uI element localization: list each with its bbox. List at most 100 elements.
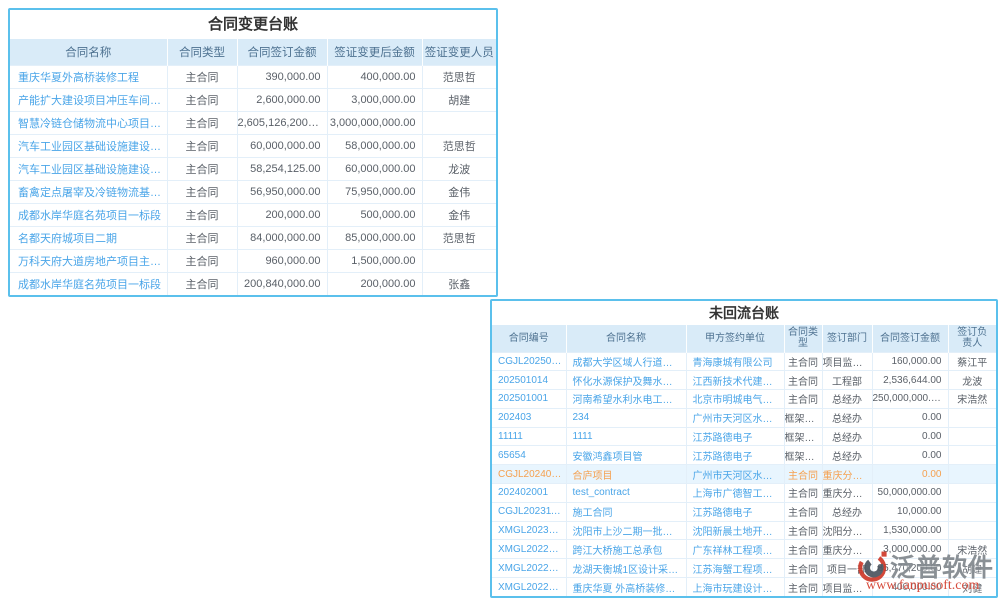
no-cell[interactable]: XMGL202204004 [492, 559, 566, 578]
table-row: 111111111江苏路德电子框架协议总经办0.00 [492, 427, 996, 446]
name-cell[interactable]: 河南希望水利水电工程造价咨询项目 [566, 390, 686, 409]
table-row: 产能扩大建设项目冲压车间项目主合同2,600,000.003,000,000.0… [10, 88, 496, 111]
signed-cell: 960,000.00 [237, 249, 327, 272]
no-cell[interactable]: CGJL202311001 [492, 502, 566, 521]
type-cell: 框架协议 [784, 408, 822, 427]
col-header-contract-no: 合同编号 [492, 325, 566, 352]
dept-cell: 沈阳分公司 [822, 521, 872, 540]
no-cell[interactable]: 202403 [492, 408, 566, 427]
type-cell: 主合同 [784, 559, 822, 578]
no-cell[interactable]: 202402001 [492, 484, 566, 503]
party-cell[interactable]: 广州市天河区水务设施管养... [686, 408, 784, 427]
party-cell[interactable]: 江苏路德电子 [686, 502, 784, 521]
person-cell: 范思哲 [422, 65, 496, 88]
name-cell[interactable]: 成都水岸华庭名苑项目一标段 [10, 203, 167, 226]
no-cell[interactable]: CGJL202402001 [492, 465, 566, 484]
name-cell[interactable]: 万科天府大道房地产项目主合同 [10, 249, 167, 272]
table-row: 202501014怀化水源保护及舞水流域水生态修复...江西新技术代建公司主合同… [492, 371, 996, 390]
type-cell: 主合同 [167, 203, 237, 226]
no-cell[interactable]: 65654 [492, 446, 566, 465]
dept-cell: 总经办 [822, 390, 872, 409]
type-cell: 主合同 [167, 226, 237, 249]
no-cell[interactable]: 202501001 [492, 390, 566, 409]
name-cell[interactable]: 汽车工业园区基础设施建设项目 [10, 134, 167, 157]
party-cell[interactable]: 广州市天河区水务设施管养... [686, 465, 784, 484]
amount-cell: 50,000,000.00 [872, 484, 948, 503]
party-cell[interactable]: 上海市玩建设计工程有限公司 [686, 578, 784, 597]
dept-cell: 项目监理部 [822, 352, 872, 371]
person-cell: 胡建 [422, 88, 496, 111]
name-cell[interactable]: 智慧冷链仓储物流中心项目合同 [10, 111, 167, 134]
amount-cell: 2,536,644.00 [872, 371, 948, 390]
amount-cell: 400,000.00 [872, 578, 948, 597]
col-header-sign-dept: 签订部门 [822, 325, 872, 352]
name-cell[interactable]: 怀化水源保护及舞水流域水生态修复... [566, 371, 686, 390]
signed-cell: 200,000.00 [237, 203, 327, 226]
signed-cell: 2,605,126,200.00 [237, 111, 327, 134]
name-cell[interactable]: 施工合同 [566, 502, 686, 521]
table-row: XMGL202310001沈阳市上沙二期一批项目全过程项目...沈阳新晨土地开发… [492, 521, 996, 540]
table-row: 名都天府城项目二期主合同84,000,000.0085,000,000.00范思… [10, 226, 496, 249]
name-cell[interactable]: 成都大学区域人行道及非机动车道工... [566, 352, 686, 371]
party-cell[interactable]: 沈阳新晨土地开发公司 [686, 521, 784, 540]
party-cell[interactable]: 北京市明城电气有限公司 [686, 390, 784, 409]
person-cell: 范思哲 [422, 226, 496, 249]
name-cell[interactable]: 名都天府城项目二期 [10, 226, 167, 249]
party-cell[interactable]: 江苏路德电子 [686, 446, 784, 465]
party-cell[interactable]: 江西新技术代建公司 [686, 371, 784, 390]
signed-cell: 390,000.00 [237, 65, 327, 88]
name-cell[interactable]: 成都水岸华庭名苑项目一标段 [10, 272, 167, 295]
table-row: 万科天府大道房地产项目主合同主合同960,000.001,500,000.00 [10, 249, 496, 272]
table-row: 畜禽定点屠宰及冷链物流基地建设项目主合同56,950,000.0075,950,… [10, 180, 496, 203]
type-cell: 主合同 [784, 521, 822, 540]
party-cell[interactable]: 青海康城有限公司 [686, 352, 784, 371]
col-header-contract-type: 合同类型 [784, 325, 822, 352]
party-cell[interactable]: 广东祥林工程项目管理公司 [686, 540, 784, 559]
no-cell[interactable]: XMGL202204003 [492, 578, 566, 597]
after-cell: 1,500,000.00 [327, 249, 422, 272]
type-cell: 主合同 [784, 484, 822, 503]
type-cell: 框架协议 [784, 427, 822, 446]
no-cell[interactable]: 11111 [492, 427, 566, 446]
type-cell: 主合同 [167, 65, 237, 88]
after-cell: 3,000,000,000.00 [327, 111, 422, 134]
name-cell[interactable]: 跨江大桥施工总承包 [566, 540, 686, 559]
person-cell [948, 408, 996, 427]
amount-cell: 250,000,000.00 [872, 390, 948, 409]
after-cell: 3,000,000.00 [327, 88, 422, 111]
name-cell[interactable]: 产能扩大建设项目冲压车间项目 [10, 88, 167, 111]
type-cell: 主合同 [784, 502, 822, 521]
name-cell[interactable]: 沈阳市上沙二期一批项目全过程项目... [566, 521, 686, 540]
person-cell: 刘健 [948, 578, 996, 597]
name-cell[interactable]: 汽车工业园区基础设施建设项目 [10, 157, 167, 180]
type-cell: 主合同 [784, 352, 822, 371]
amount-cell: 0.00 [872, 427, 948, 446]
name-cell[interactable]: 重庆华夏外高桥装修工程 [10, 65, 167, 88]
name-cell[interactable]: 合庐项目 [566, 465, 686, 484]
dept-cell: 重庆分公司 [822, 484, 872, 503]
no-cell[interactable]: 202501014 [492, 371, 566, 390]
name-cell[interactable]: 234 [566, 408, 686, 427]
amount-cell: 1,530,000.00 [872, 521, 948, 540]
person-cell: 金伟 [422, 203, 496, 226]
party-cell[interactable]: 江苏海蟹工程项目管理公司 [686, 559, 784, 578]
name-cell[interactable]: 安徽鸿鑫项目管 [566, 446, 686, 465]
table-row: XMGL202204004龙湖天衡城1区设计采购施工总承包工程江苏海蟹工程项目管… [492, 559, 996, 578]
type-cell: 主合同 [167, 88, 237, 111]
name-cell[interactable]: 1111 [566, 427, 686, 446]
report-page: 合同变更台账 合同名称 合同类型 合同签订金额 签证变更后金额 签证变更人员 重… [0, 0, 1000, 600]
table-row: XMGL202204005跨江大桥施工总承包广东祥林工程项目管理公司主合同重庆分… [492, 540, 996, 559]
type-cell: 框架协议 [784, 446, 822, 465]
name-cell[interactable]: 重庆华夏 外高桥装修工程 [566, 578, 686, 597]
party-cell[interactable]: 江苏路德电子 [686, 427, 784, 446]
name-cell[interactable]: test_contract [566, 484, 686, 503]
name-cell[interactable]: 龙湖天衡城1区设计采购施工总承包工程 [566, 559, 686, 578]
table-row: 成都水岸华庭名苑项目一标段主合同200,840,000.00200,000.00… [10, 272, 496, 295]
no-cell[interactable]: CGJL202501001 [492, 352, 566, 371]
name-cell[interactable]: 畜禽定点屠宰及冷链物流基地建设项目 [10, 180, 167, 203]
no-cell[interactable]: XMGL202310001 [492, 521, 566, 540]
contract-change-ledger-panel: 合同变更台账 合同名称 合同类型 合同签订金额 签证变更后金额 签证变更人员 重… [8, 8, 498, 297]
outstanding-ledger-panel: 未回流台账 合同编号 合同名称 甲方签约单位 合同类型 签订部门 合同签订金额 … [490, 299, 998, 598]
party-cell[interactable]: 上海市广德智工程有限公司 [686, 484, 784, 503]
no-cell[interactable]: XMGL202204005 [492, 540, 566, 559]
